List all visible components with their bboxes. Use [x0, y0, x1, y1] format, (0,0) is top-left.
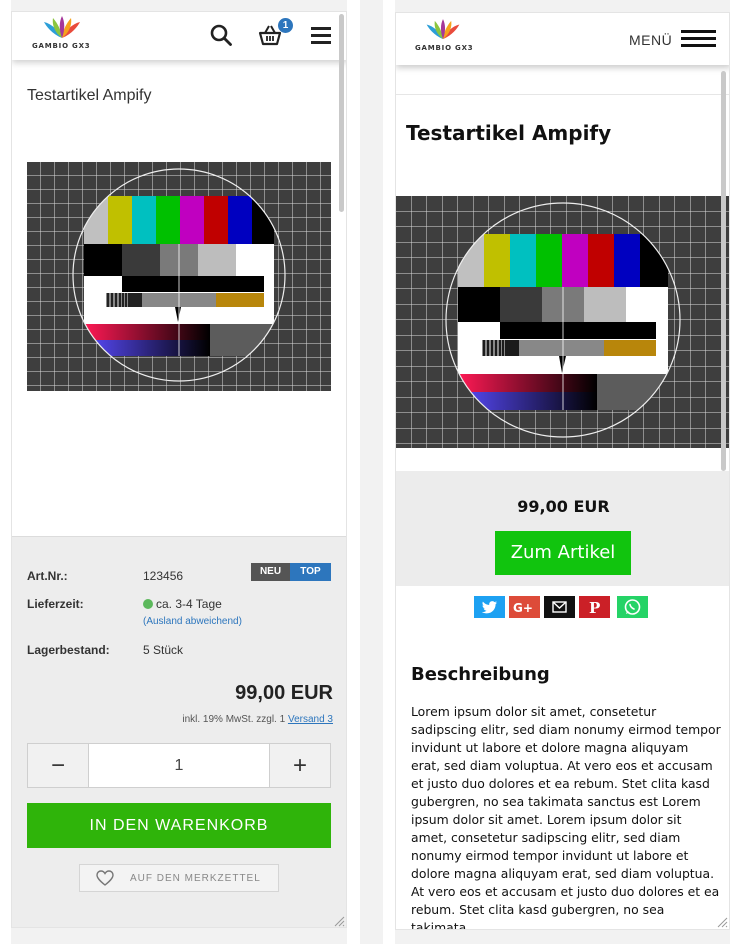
scrollbar[interactable] [339, 14, 344, 212]
add-to-cart-button[interactable]: IN DEN WARENKORB [27, 803, 331, 848]
lotus-logo-icon [426, 19, 460, 40]
stock-value: 5 Stück [143, 643, 184, 657]
amp-product-view: GAMBIO GX3 MENÜ Testartikel Ampify 99,00… [395, 12, 730, 930]
status-dot-icon [143, 599, 153, 609]
tax-info: inkl. 19% MwSt. zzgl. 1 Versand 3 [182, 714, 333, 725]
hamburger-menu-icon[interactable] [311, 26, 331, 44]
to-product-button[interactable]: Zum Artikel [495, 531, 631, 575]
badge-new: NEU [251, 563, 290, 581]
product-title: Testartikel Ampify [27, 87, 152, 104]
stock-label: Lagerbestand: [27, 643, 110, 657]
product-title: Testartikel Ampify [406, 121, 612, 145]
twitter-icon[interactable] [474, 596, 505, 618]
delivery-label: Lieferzeit: [27, 597, 84, 611]
heart-icon [96, 870, 114, 886]
lotus-logo-icon [44, 16, 80, 38]
google-plus-icon[interactable]: G+ [509, 596, 540, 618]
wishlist-button[interactable]: AUF DEN MERKZETTEL [79, 864, 279, 892]
description-heading: Beschreibung [411, 664, 550, 685]
divider [396, 94, 729, 95]
header: GAMBIO GX3 1 [12, 12, 346, 60]
test-pattern-image[interactable] [396, 196, 730, 448]
standard-product-view: GAMBIO GX3 1 Testartikel Ampify Art.Nr.:… [11, 11, 347, 928]
artnr-label: Art.Nr.: [27, 569, 68, 583]
quantity-stepper: − 1 + [27, 743, 331, 788]
delivery-value: ca. 3-4 Tage [143, 597, 222, 611]
gambio-logo[interactable]: GAMBIO GX3 [32, 16, 92, 54]
description-text: Lorem ipsum dolor sit amet, consetetur s… [411, 704, 721, 930]
shipping-link[interactable]: Versand 3 [288, 714, 333, 725]
menu-label[interactable]: MENÜ [629, 32, 672, 48]
product-price: 99,00 EUR [517, 497, 610, 516]
resize-grip-icon[interactable] [716, 916, 728, 928]
scrollbar[interactable] [721, 71, 726, 471]
product-info-panel: Art.Nr.: 123456 NEU TOP Lieferzeit: ca. … [12, 536, 346, 927]
artnr-value: 123456 [143, 569, 184, 583]
svg-text:P: P [589, 599, 600, 617]
hamburger-menu-icon[interactable] [681, 30, 716, 48]
resize-grip-icon[interactable] [333, 915, 345, 927]
quantity-plus-button[interactable]: + [270, 744, 330, 787]
cart-count-badge: 1 [278, 18, 293, 33]
quantity-input[interactable]: 1 [88, 744, 270, 787]
svg-text:G+: G+ [513, 601, 533, 615]
search-icon[interactable] [210, 24, 232, 46]
whatsapp-icon[interactable] [617, 596, 648, 618]
logo-text: GAMBIO GX3 [32, 42, 91, 50]
badge-top: TOP [290, 563, 331, 581]
test-pattern-image[interactable] [27, 162, 331, 391]
delivery-abroad-link[interactable]: (Ausland abweichend) [143, 616, 242, 627]
gambio-logo[interactable]: GAMBIO GX3 [415, 19, 475, 59]
logo-text: GAMBIO GX3 [415, 44, 474, 52]
header: GAMBIO GX3 MENÜ [396, 13, 729, 65]
wishlist-label: AUF DEN MERKZETTEL [130, 873, 261, 884]
email-icon[interactable] [544, 596, 575, 618]
product-price: 99,00 EUR [235, 682, 333, 704]
pinterest-icon[interactable]: P [579, 596, 610, 618]
quantity-minus-button[interactable]: − [28, 744, 88, 787]
